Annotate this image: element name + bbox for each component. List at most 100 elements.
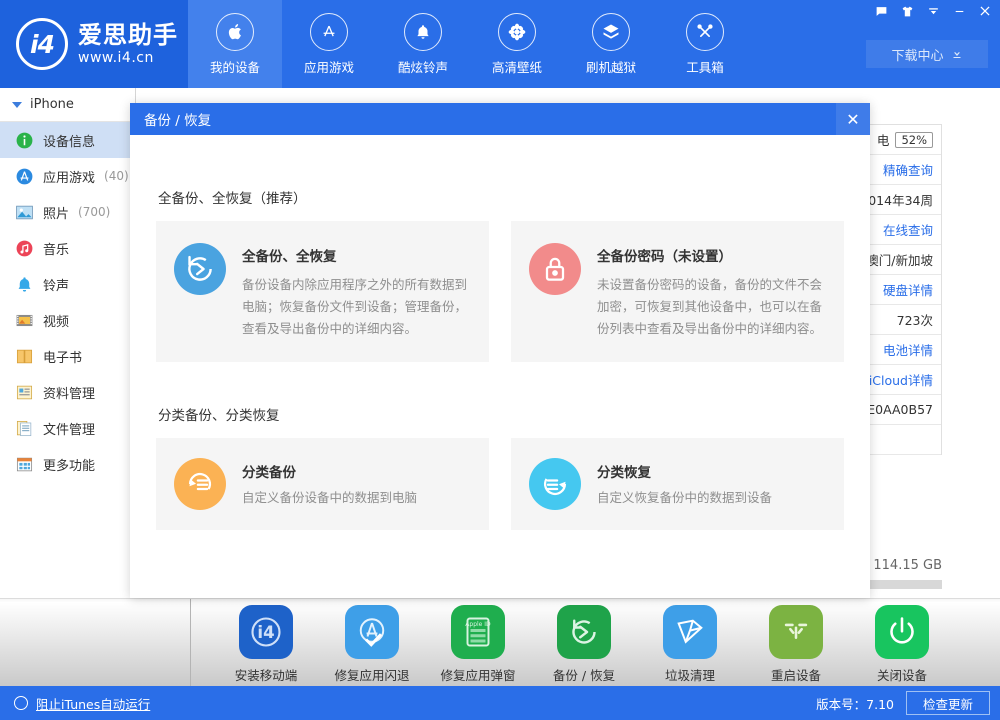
tool-label: 安装移动端	[235, 665, 298, 684]
menu-icon[interactable]	[920, 0, 946, 22]
bell-icon	[14, 274, 34, 294]
restore-clock-icon	[174, 243, 226, 295]
appleid-popup-icon: Apple ID	[451, 605, 505, 659]
nav-item-jailbreak[interactable]: 刷机越狱	[564, 0, 658, 88]
card-full-backup-restore[interactable]: 全备份、全恢复 备份设备内除应用程序之外的所有数据到电脑；恢复备份文件到设备；管…	[156, 221, 489, 362]
sidebar-item-music[interactable]: 音乐	[0, 230, 135, 266]
charge-count: 723次	[897, 310, 933, 329]
sidebar-item-device-info[interactable]: 设备信息	[0, 122, 135, 158]
sidebar-item-ringtones[interactable]: 铃声	[0, 266, 135, 302]
nav-item-ringtones[interactable]: 酷炫铃声	[376, 0, 470, 88]
nav-item-toolbox[interactable]: 工具箱	[658, 0, 752, 88]
close-icon[interactable]: ✕	[836, 103, 870, 135]
brand-url: www.i4.cn	[78, 50, 178, 66]
sidebar-item-file-manage[interactable]: 文件管理	[0, 410, 135, 446]
check-update-button[interactable]: 检查更新	[906, 691, 990, 715]
sidebar-item-videos[interactable]: 视频	[0, 302, 135, 338]
tool-install-mobile[interactable]: i4 安装移动端	[230, 605, 302, 684]
sidebar-item-label: 照片	[43, 203, 69, 222]
music-icon	[14, 238, 34, 258]
sidebar-item-label: 应用游戏	[43, 167, 95, 186]
nav-label: 应用游戏	[304, 57, 354, 76]
block-itunes-toggle[interactable]: 阻止iTunes自动运行	[0, 694, 150, 713]
appstore-icon	[310, 13, 348, 51]
check-update-label: 检查更新	[923, 694, 973, 713]
sidebar-item-photos[interactable]: 照片 (700)	[0, 194, 135, 230]
i4-logo-icon: i4	[16, 18, 68, 70]
card-description: 自定义备份设备中的数据到电脑	[242, 487, 417, 509]
nav-item-wallpapers[interactable]: 高清壁纸	[470, 0, 564, 88]
power-off-icon	[875, 605, 929, 659]
dialog-title-bar: 备份 / 恢复 ✕	[130, 103, 870, 135]
tool-junk-clean[interactable]: 垃圾清理	[654, 605, 726, 684]
sidebar-item-data-manage[interactable]: 资料管理	[0, 374, 135, 410]
brand-logo-area: i4 爱思助手 www.i4.cn	[0, 0, 188, 88]
close-icon[interactable]	[972, 0, 998, 22]
icloud-detail-link[interactable]: iCloud详情	[869, 370, 933, 389]
nav-item-apps-games[interactable]: 应用游戏	[282, 0, 376, 88]
brand-logo-text: i4	[30, 30, 54, 59]
block-itunes-label: 阻止iTunes自动运行	[36, 694, 150, 713]
nav-label: 刷机越狱	[586, 57, 636, 76]
message-icon[interactable]	[868, 0, 894, 22]
device-header[interactable]: iPhone	[0, 88, 135, 122]
sidebar-item-count: (40)	[104, 169, 129, 183]
category-card-row: 分类备份 自定义备份设备中的数据到电脑 分类恢复 自定义恢复备份中的数据到设备	[156, 438, 844, 530]
sidebar: iPhone 设备信息 应用游戏 (40) 照片 (700)	[0, 88, 136, 598]
video-icon	[14, 310, 34, 330]
sidebar-item-label: 文件管理	[43, 419, 95, 438]
status-bar: 阻止iTunes自动运行 版本号：7.10 检查更新	[0, 686, 1000, 720]
nav-label: 我的设备	[210, 57, 260, 76]
info-icon	[14, 130, 34, 150]
card-title: 分类备份	[242, 461, 417, 481]
appstore-fix-icon	[345, 605, 399, 659]
category-restore-icon	[529, 458, 581, 510]
app-window: i4 爱思助手 www.i4.cn 我的设备 应用游戏	[0, 0, 1000, 720]
online-query-link[interactable]: 在线查询	[883, 220, 933, 239]
file-icon	[14, 418, 34, 438]
dialog-body: 全备份、全恢复（推荐） 全备份、全恢复 备份设备内除应用程序之外的所有数据到电脑…	[130, 135, 870, 530]
serial-value: FE0AA0B57	[860, 402, 933, 417]
skin-icon[interactable]	[894, 0, 920, 22]
tool-backup-restore[interactable]: 备份 / 恢复	[548, 605, 620, 684]
tool-restart-device[interactable]: 重启设备	[760, 605, 832, 684]
dialog-title: 备份 / 恢复	[144, 109, 211, 129]
section-title-full-backup: 全备份、全恢复（推荐）	[158, 187, 844, 207]
card-title: 全备份密码（未设置）	[597, 245, 826, 265]
exact-query-link[interactable]: 精确查询	[883, 160, 933, 179]
openbox-icon	[592, 13, 630, 51]
sidebar-item-ebooks[interactable]: 电子书	[0, 338, 135, 374]
close-glyph: ✕	[846, 110, 859, 129]
svg-text:i4: i4	[257, 623, 274, 642]
nav-label: 酷炫铃声	[398, 57, 448, 76]
sidebar-item-label: 更多功能	[43, 455, 95, 474]
nav-item-my-device[interactable]: 我的设备	[188, 0, 282, 88]
card-category-backup[interactable]: 分类备份 自定义备份设备中的数据到电脑	[156, 438, 489, 530]
minimize-icon[interactable]	[946, 0, 972, 22]
card-category-restore[interactable]: 分类恢复 自定义恢复备份中的数据到设备	[511, 438, 844, 530]
lock-icon	[529, 243, 581, 295]
battery-detail-link[interactable]: 电池详情	[883, 340, 933, 359]
tool-label: 修复应用闪退	[335, 665, 410, 684]
full-backup-card-row: 全备份、全恢复 备份设备内除应用程序之外的所有数据到电脑；恢复备份文件到设备；管…	[156, 221, 844, 362]
device-name: iPhone	[30, 97, 74, 112]
sidebar-item-label: 设备信息	[43, 131, 95, 150]
tool-fix-app-crash[interactable]: 修复应用闪退	[336, 605, 408, 684]
restart-icon	[769, 605, 823, 659]
sidebar-item-label: 铃声	[43, 275, 69, 294]
download-icon	[951, 48, 963, 60]
sidebar-item-more[interactable]: 更多功能	[0, 446, 135, 482]
download-center-button[interactable]: 下载中心	[866, 40, 988, 68]
tool-fix-app-popup[interactable]: Apple ID 修复应用弹窗	[442, 605, 514, 684]
sidebar-item-apps-games[interactable]: 应用游戏 (40)	[0, 158, 135, 194]
tool-power-off-device[interactable]: 关闭设备	[866, 605, 938, 684]
tool-dock: i4 安装移动端 修复应用闪退 Apple ID 修复应用弹窗	[0, 598, 1000, 686]
production-week: 2014年34周	[860, 190, 933, 209]
sidebar-item-label: 视频	[43, 311, 69, 330]
disk-detail-link[interactable]: 硬盘详情	[883, 280, 933, 299]
capacity-label: / 114.15 GB	[865, 558, 942, 573]
bell-icon	[404, 13, 442, 51]
tool-label: 修复应用弹窗	[441, 665, 516, 684]
backup-restore-dialog: 备份 / 恢复 ✕ 全备份、全恢复（推荐） 全备份、全恢复 备份设备内除应用程序…	[130, 103, 870, 598]
card-backup-password[interactable]: 全备份密码（未设置） 未设置备份密码的设备，备份的文件不会加密，可恢复到其他设备…	[511, 221, 844, 362]
